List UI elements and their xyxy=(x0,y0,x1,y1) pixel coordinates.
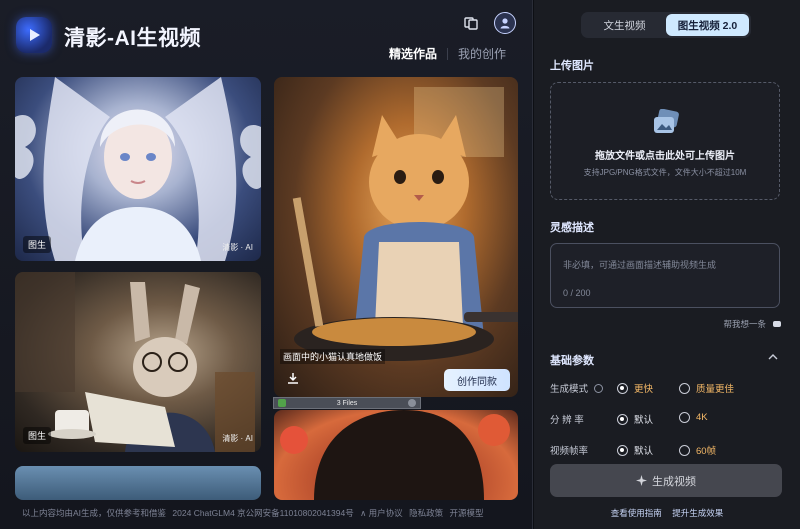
file-icon xyxy=(278,399,286,407)
gallery-card-rabbit[interactable]: 图生 清影 · AI xyxy=(15,272,261,452)
mode-label-text: 生成模式 xyxy=(550,384,589,395)
watermark: 清影 · AI xyxy=(222,243,253,252)
params-title: 基础参数 xyxy=(550,355,594,367)
mode-switch: 文生视频 图生视频 2.0 xyxy=(581,12,751,38)
radio-selected xyxy=(617,413,628,425)
close-icon[interactable] xyxy=(408,399,416,407)
card-caption: 画面中的小猫认真地做饭 xyxy=(280,349,386,364)
radio-selected xyxy=(617,382,628,394)
framerate-label: 视频帧率 xyxy=(550,446,589,457)
footer-user-agreement[interactable]: ∧ 用户协议 xyxy=(360,508,403,518)
sparkle-icon xyxy=(773,321,781,327)
download-icon[interactable] xyxy=(282,367,304,389)
create-same-button[interactable]: 创作同款 xyxy=(444,369,510,391)
tab-featured[interactable]: 精选作品 xyxy=(379,45,447,62)
files-floating-bar[interactable]: 3 Files xyxy=(273,397,421,409)
chevron-up-icon[interactable] xyxy=(768,354,778,360)
gallery-tabs: 精选作品 我的创作 xyxy=(379,45,516,62)
rabbit-illustration xyxy=(15,272,255,452)
help-links: 查看使用指南 提升生成效果 xyxy=(534,507,800,519)
gallery-card-cat[interactable]: 画面中的小猫认真地做饭 创作同款 xyxy=(274,77,518,397)
image-to-video-badge: 图生 xyxy=(23,236,52,253)
tab-text-to-video[interactable]: 文生视频 xyxy=(583,14,666,36)
app-logo xyxy=(16,17,52,53)
footer-privacy[interactable]: 隐私政策 xyxy=(409,508,443,518)
radio-unselected xyxy=(679,382,690,394)
option-resolution-4k[interactable]: 4K xyxy=(679,412,708,423)
resolution-label: 分 辨 率 xyxy=(550,415,584,426)
option-label: 默认 xyxy=(634,415,654,426)
option-faster[interactable]: 更快 xyxy=(617,381,653,395)
upload-title: 上传图片 xyxy=(550,60,594,72)
help-label: 帮我想一条 xyxy=(723,319,766,329)
footer-icp: 2024 ChatGLM4 京公网安备11010802041394号 xyxy=(172,508,354,518)
info-icon[interactable] xyxy=(593,384,603,393)
app-title: 清影-AI生视频 xyxy=(64,27,201,50)
option-label: 更快 xyxy=(634,384,654,395)
girl-illustration xyxy=(15,77,261,261)
option-label: 60帧 xyxy=(696,446,717,457)
help-me-write[interactable]: 帮我想一条 xyxy=(723,318,782,330)
footer: 以上内容均由AI生成，仅供参考和借鉴 2024 ChatGLM4 京公网安备11… xyxy=(22,507,487,519)
option-quality[interactable]: 质量更佳 xyxy=(679,381,734,395)
files-label: 3 Files xyxy=(336,399,358,407)
option-framerate-60[interactable]: 60帧 xyxy=(679,443,716,457)
upload-prompt: 拖放文件或点击此处可上传图片 xyxy=(595,151,735,162)
inspiration-title: 灵感描述 xyxy=(550,222,594,234)
upload-hint: 支持JPG/PNG格式文件，文件大小不超过10M xyxy=(583,168,747,177)
gallery-card-portrait[interactable] xyxy=(274,410,518,500)
image-to-video-badge: 图生 xyxy=(23,427,52,444)
gallery-card-sky[interactable] xyxy=(15,466,261,500)
option-label: 默认 xyxy=(634,446,654,457)
radio-selected xyxy=(617,444,628,456)
generate-label: 生成视频 xyxy=(652,475,696,488)
left-panel: 清影-AI生视频 精选作品 我的创作 图生 清影 · AI 画面中的小猫认真地做… xyxy=(0,0,533,529)
mode-label: 生成模式 xyxy=(550,381,603,395)
right-panel: 文生视频 图生视频 2.0 上传图片 拖放文件或点击此处可上传图片 支持JPG/… xyxy=(534,0,800,529)
footer-open-source[interactable]: 开源模型 xyxy=(449,508,483,518)
option-label: 质量更佳 xyxy=(696,384,735,395)
radio-unselected xyxy=(679,444,690,456)
play-icon xyxy=(30,29,40,41)
portrait-illustration xyxy=(280,410,510,500)
tab-my-creations[interactable]: 我的创作 xyxy=(448,45,516,62)
layout-switch-icon[interactable] xyxy=(460,12,482,34)
footer-disclaimer: 以上内容均由AI生成，仅供参考和借鉴 xyxy=(22,508,167,518)
usage-guide-link[interactable]: 查看使用指南 xyxy=(611,508,662,518)
radio-unselected xyxy=(679,412,690,423)
option-resolution-default[interactable]: 默认 xyxy=(617,412,653,426)
generate-video-button[interactable]: 生成视频 xyxy=(550,464,782,497)
char-counter: 0 / 200 xyxy=(563,288,591,298)
user-avatar-icon[interactable] xyxy=(494,12,516,34)
tab-image-to-video[interactable]: 图生视频 2.0 xyxy=(666,14,749,36)
option-label: 4K xyxy=(696,412,708,423)
option-framerate-default[interactable]: 默认 xyxy=(617,443,653,457)
improve-results-link[interactable]: 提升生成效果 xyxy=(672,508,723,518)
inspiration-input[interactable]: 非必填，可通过画面描述辅助视频生成 0 / 200 xyxy=(550,243,780,308)
inspiration-placeholder: 非必填，可通过画面描述辅助视频生成 xyxy=(563,260,717,270)
sparkle-icon xyxy=(636,475,647,486)
image-upload-icon xyxy=(654,109,679,133)
gallery-card-girl[interactable]: 图生 清影 · AI xyxy=(15,77,261,261)
watermark: 清影 · AI xyxy=(222,434,253,443)
upload-dropzone[interactable]: 拖放文件或点击此处可上传图片 支持JPG/PNG格式文件，文件大小不超过10M xyxy=(550,82,780,200)
